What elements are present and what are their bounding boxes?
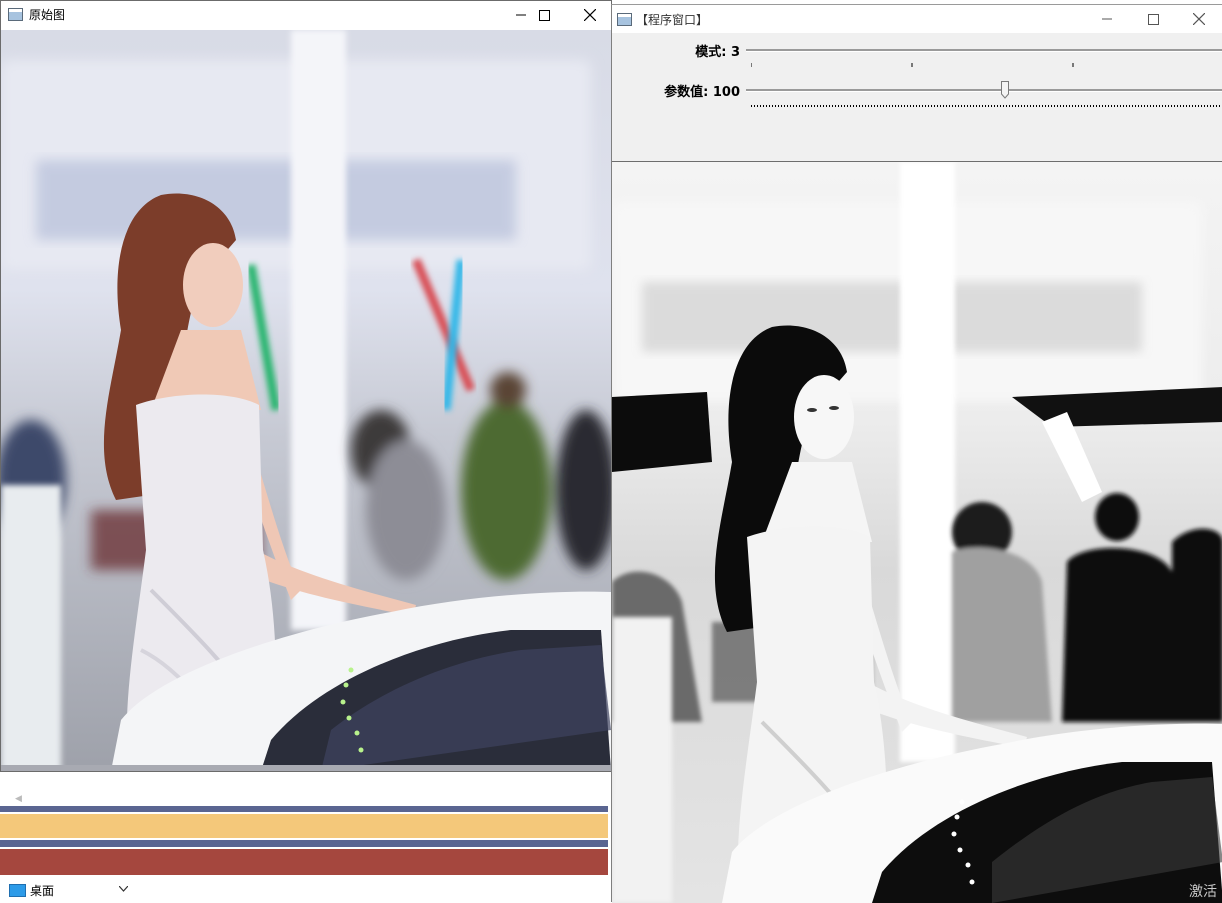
window-title: 【程序窗口】 [636, 13, 709, 27]
close-button[interactable] [1176, 5, 1222, 33]
original-image-window: 原始图 [0, 0, 612, 772]
color-photo [1, 30, 611, 771]
watermark-text: 激活 [1189, 884, 1217, 900]
desktop-band-red [0, 849, 608, 875]
grayscale-photo [612, 162, 1222, 903]
scroll-left-icon[interactable]: ◀ [15, 794, 22, 804]
title-bar[interactable]: 原始图 [1, 1, 611, 30]
mode-trackbar-label: 模式: 3 [695, 45, 740, 60]
window-icon [617, 13, 632, 26]
param-trackbar-thumb[interactable] [1001, 81, 1009, 99]
folder-icon [9, 884, 26, 897]
window-icon [8, 8, 23, 21]
close-icon [1193, 13, 1205, 25]
minimize-icon [1102, 18, 1112, 20]
processed-image: 激活 [612, 162, 1222, 903]
minimize-button[interactable] [1084, 5, 1130, 33]
desktop-band-blue-2 [0, 840, 608, 847]
param-trackbar-label: 参数值: 100 [664, 85, 740, 100]
close-button[interactable] [567, 1, 613, 29]
desktop-band-gold [0, 814, 608, 838]
mode-trackbar-track[interactable] [746, 49, 1222, 52]
param-trackbar-ticks [751, 105, 1222, 107]
maximize-icon [1147, 13, 1159, 25]
close-icon [584, 9, 596, 21]
title-bar[interactable]: 【程序窗口】 [612, 5, 1222, 33]
folder-label: 桌面 [30, 884, 55, 898]
trackbar-panel: 模式: 3 参数值: 100 [612, 33, 1222, 162]
maximize-icon [538, 9, 550, 21]
program-window: 【程序窗口】 模式: 3 参数值: 100 激活 [611, 4, 1222, 903]
window-title: 原始图 [29, 8, 66, 22]
maximize-button[interactable] [521, 1, 567, 29]
chevron-down-icon[interactable] [119, 886, 128, 892]
param-trackbar-track[interactable] [746, 89, 1222, 92]
maximize-button[interactable] [1130, 5, 1176, 33]
desktop-band-blue [0, 806, 608, 812]
original-image [1, 30, 611, 771]
mode-trackbar-ticks [751, 63, 1074, 67]
